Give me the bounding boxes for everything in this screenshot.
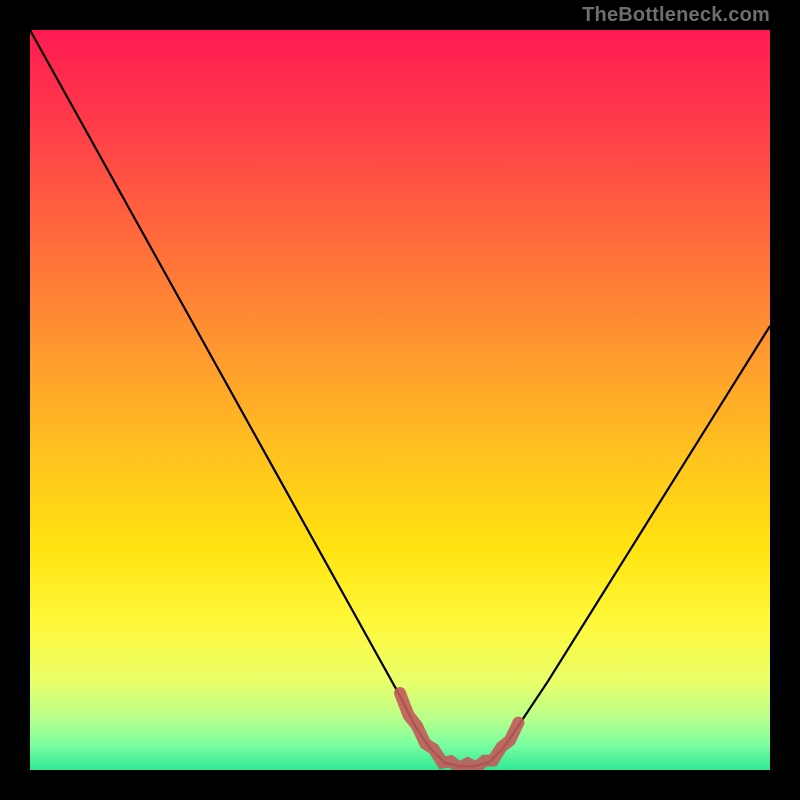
flat-bottom-band: [400, 693, 518, 768]
bottleneck-curve: [30, 30, 770, 766]
watermark-text: TheBottleneck.com: [582, 4, 770, 27]
chart-svg: [30, 30, 770, 770]
chart-frame: TheBottleneck.com: [0, 0, 800, 800]
plot-area: [30, 30, 770, 770]
